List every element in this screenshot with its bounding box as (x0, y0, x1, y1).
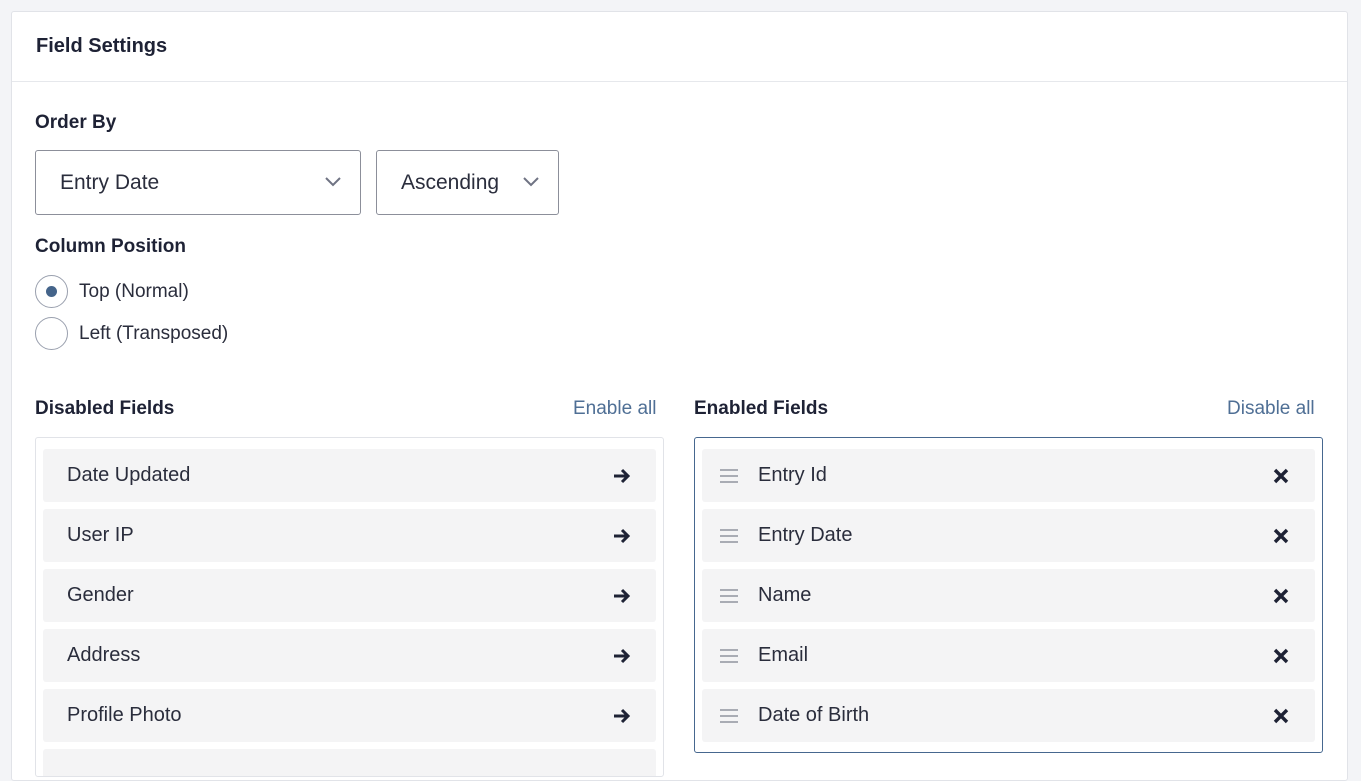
arrow-right-icon[interactable] (612, 706, 632, 726)
drag-handle-icon[interactable] (720, 588, 738, 603)
drag-handle-icon[interactable] (720, 528, 738, 543)
enabled-fields-list: Entry Id Entry Date Name Email Date of B… (694, 437, 1323, 753)
arrow-right-icon[interactable] (612, 586, 632, 606)
field-label: Name (758, 584, 812, 606)
list-item[interactable]: Date Updated (43, 449, 656, 502)
radio-left-transposed[interactable]: Left (Transposed) (35, 317, 228, 350)
field-label: Date of Birth (758, 704, 870, 726)
radio-selected-dot (46, 286, 57, 297)
order-by-direction-value: Ascending (401, 170, 500, 194)
list-item[interactable]: Name (702, 569, 1315, 622)
panel-title: Field Settings (36, 35, 168, 57)
field-label: Entry Id (758, 464, 827, 486)
list-item[interactable]: Date of Birth (702, 689, 1315, 742)
list-item[interactable]: Entry Date (702, 509, 1315, 562)
disabled-fields-list: Date Updated User IP Gender Address Prof… (35, 437, 664, 777)
chevron-down-icon (325, 177, 341, 187)
field-label: Gender (67, 584, 134, 606)
drag-handle-icon[interactable] (720, 468, 738, 483)
radio-button[interactable] (35, 275, 68, 308)
column-position-label: Column Position (35, 236, 186, 257)
arrow-right-icon[interactable] (612, 466, 632, 486)
close-icon[interactable] (1271, 466, 1291, 486)
close-icon[interactable] (1271, 706, 1291, 726)
field-label: Date Updated (67, 464, 191, 486)
radio-label-left-transposed: Left (Transposed) (79, 322, 229, 344)
order-by-field-value: Entry Date (60, 170, 160, 194)
order-by-label: Order By (35, 112, 117, 133)
list-item[interactable]: Profile Photo (43, 689, 656, 742)
radio-top-normal[interactable]: Top (Normal) (35, 275, 189, 308)
list-item[interactable]: Email (702, 629, 1315, 682)
disabled-fields-label: Disabled Fields (35, 398, 175, 419)
close-icon[interactable] (1271, 646, 1291, 666)
drag-handle-icon[interactable] (720, 648, 738, 663)
field-settings-panel: Field Settings Order By Entry Date Ascen… (11, 11, 1348, 781)
enabled-fields-label: Enabled Fields (694, 398, 829, 419)
arrow-right-icon[interactable] (612, 526, 632, 546)
list-item[interactable]: Entry Id (702, 449, 1315, 502)
field-label: Email (758, 644, 809, 666)
field-label: Profile Photo (67, 704, 182, 726)
list-item[interactable]: Gender (43, 569, 656, 622)
order-by-field-select[interactable]: Entry Date (35, 150, 361, 215)
order-by-direction-select[interactable]: Ascending (376, 150, 559, 215)
chevron-down-icon (523, 177, 539, 187)
disable-all-link[interactable]: Disable all (1227, 398, 1315, 420)
field-label: User IP (67, 524, 134, 546)
close-icon[interactable] (1271, 586, 1291, 606)
enable-all-link[interactable]: Enable all (573, 398, 656, 420)
radio-label-top-normal: Top (Normal) (79, 280, 189, 302)
arrow-right-icon[interactable] (612, 646, 632, 666)
drag-handle-icon[interactable] (720, 708, 738, 723)
list-item[interactable]: User IP (43, 509, 656, 562)
close-icon[interactable] (1271, 526, 1291, 546)
field-label: Entry Date (758, 524, 853, 546)
panel-header: Field Settings (12, 12, 1347, 82)
list-item[interactable]: Address (43, 629, 656, 682)
list-item[interactable] (43, 749, 656, 776)
field-label: Address (67, 644, 141, 666)
radio-button[interactable] (35, 317, 68, 350)
